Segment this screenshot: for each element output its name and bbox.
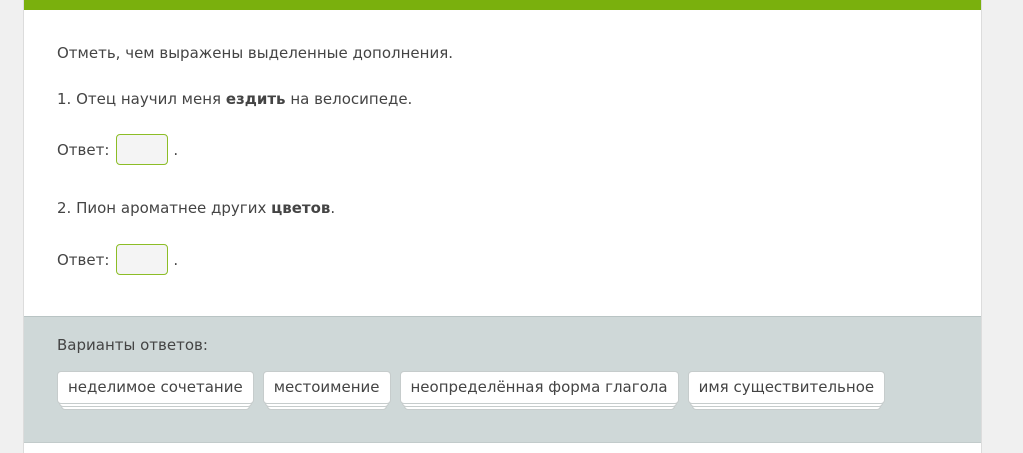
question-1-before: Отец научил меня: [76, 90, 222, 108]
answer-1-drop-box[interactable]: [116, 134, 169, 165]
question-1-after: на велосипеде.: [290, 90, 413, 108]
task-card: Отметь, чем выражены выделенные дополнен…: [23, 0, 982, 453]
answer-row-2: Ответ: .: [57, 244, 178, 275]
options-list: неделимое сочетание местоимение неопреде…: [57, 371, 894, 410]
question-2-after: .: [330, 199, 336, 217]
answer-2-drop-box[interactable]: [116, 244, 169, 275]
answer-2-end: .: [173, 250, 179, 269]
question-1-highlight: ездить: [225, 90, 286, 108]
bottom-strip: [24, 442, 981, 453]
option-chip-4-label[interactable]: имя существительное: [687, 371, 886, 404]
option-chip-1-label[interactable]: неделимое сочетание: [57, 371, 254, 404]
answer-1-label: Ответ:: [57, 140, 110, 159]
answer-row-1: Ответ: .: [57, 134, 178, 165]
options-title: Варианты ответов:: [57, 336, 208, 354]
option-chip-1[interactable]: неделимое сочетание: [57, 371, 254, 410]
option-chip-3[interactable]: неопределённая форма глагола: [399, 371, 679, 410]
question-1-number: 1.: [57, 90, 72, 108]
top-accent-bar: [24, 0, 981, 10]
question-area: Отметь, чем выражены выделенные дополнен…: [24, 10, 981, 316]
option-chip-3-label[interactable]: неопределённая форма глагола: [399, 371, 679, 404]
question-2-before: Пион ароматнее других: [76, 199, 267, 217]
answer-options-panel: Варианты ответов: неделимое сочетание ме…: [24, 317, 981, 442]
question-2-highlight: цветов: [271, 199, 331, 217]
question-2-number: 2.: [57, 199, 72, 217]
answer-1-end: .: [173, 140, 179, 159]
task-instruction: Отметь, чем выражены выделенные дополнен…: [57, 44, 453, 62]
question-2: 2. Пион ароматнее других цветов.: [57, 198, 335, 218]
option-chip-2[interactable]: местоимение: [262, 371, 391, 410]
option-chip-4[interactable]: имя существительное: [687, 371, 886, 410]
option-chip-2-label[interactable]: местоимение: [262, 371, 391, 404]
question-1: 1. Отец научил меня ездить на велосипеде…: [57, 89, 412, 109]
answer-2-label: Ответ:: [57, 250, 110, 269]
